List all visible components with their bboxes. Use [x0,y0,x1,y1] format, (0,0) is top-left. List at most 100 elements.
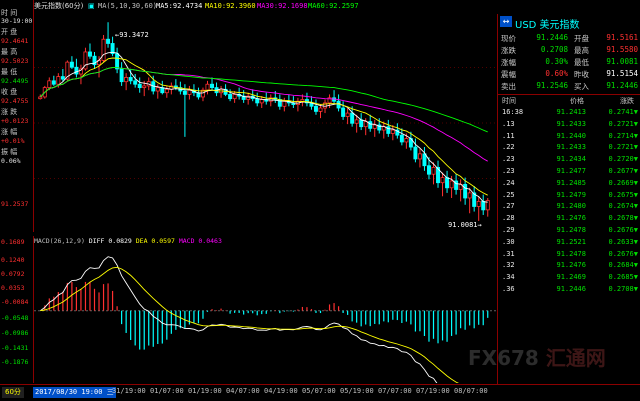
quote-value: 91.2446 [606,81,638,90]
tick-time: .28 [502,214,515,223]
macd-label: MACD(26,12,9) [34,237,85,245]
candle-body [51,80,56,85]
macd-axis-tick: 0.0353 [1,284,25,292]
date-tick: 01/19:00 [188,387,222,395]
tick-price: 91.2478 [556,249,586,258]
candle-body [476,200,481,207]
ma5-value: MA5:92.4734 [156,2,203,10]
candle-body [431,167,436,175]
macd-axis-tick: -0.0548 [1,314,29,322]
candle-body [341,107,346,117]
date-tick: 31/19:00 [112,387,146,395]
macd-axis: 0.1689 0.1240 0.0792 0.0353 -0.0084 -0.0… [0,236,34,383]
tick-change: 0.2676▼ [608,249,638,258]
tick-price: 91.2469 [556,273,586,282]
candle-body [124,77,129,83]
candle-body [449,180,454,189]
quote-label: 卖出 [501,82,516,91]
dea-line [40,266,459,383]
tick-price: 91.2434 [556,155,586,164]
candle-body [164,88,169,94]
close-value: 92.4755 [1,97,29,105]
high-label: 最 高 [1,48,18,56]
candle-body [232,94,237,100]
candle-body [481,200,486,211]
tick-time: .29 [502,226,515,234]
tick-change: 0.2674▼ [608,202,638,211]
pct-label: 涨 幅 [1,128,18,136]
ma30-value: MA30:92.1698 [257,2,308,10]
quote-value: 91.5580 [606,45,638,54]
tick-time: .36 [502,285,515,293]
candle-body [372,124,377,129]
tick-price: 91.2477 [556,167,586,175]
tick-row: .28 91.2476 0.2678▼ [498,213,640,224]
candle-body [359,119,364,128]
quote-switch-icon[interactable]: ↔ [500,16,512,27]
tick-price: 91.2521 [556,237,586,246]
candle-body [354,119,359,124]
tick-change: 0.2685▼ [608,273,638,282]
tick-price: 91.2478 [556,226,586,234]
ticks-header-change: 涨跌 [620,97,634,105]
ma30-line [39,67,488,162]
candle-body [300,99,305,102]
chart-tab-title[interactable]: 美元指数(60分) [34,0,83,12]
macd-chart[interactable] [34,246,496,383]
quote-divider [498,94,640,95]
candle-body [368,121,373,129]
date-tick: 07/07:00 [378,387,412,395]
candle-body [350,112,355,124]
fullscreen-icon[interactable]: ▣ [88,0,95,12]
macd-axis-tick: 0.1240 [1,256,25,264]
price-chart[interactable] [34,12,496,234]
amp-value: 0.06% [1,157,21,165]
quote-title-bar: ↔ USD 美元指数 [498,14,640,32]
close-label: 收 盘 [1,88,18,96]
candle-body [404,138,409,143]
tick-change: 0.2684▼ [608,261,638,270]
tick-row: .29 91.2478 0.2676▼ [498,225,640,236]
ticks-list[interactable]: 16:38 91.2413 0.2741▼ .13 91.2433 0.2721▼ .11 9… [498,107,640,297]
quote-label: 涨跌 [501,46,516,55]
price-axis-label: 91.2537 [1,200,29,208]
watermark-cn: 汇通网 [545,346,606,370]
candle-body [155,87,160,92]
quote-row: 卖出 91.2546 买入 91.2446 [498,80,640,92]
tick-change: 0.2721▼ [608,119,638,128]
tick-change: 0.2677▼ [608,167,638,175]
tick-price: 91.2476 [556,261,586,270]
tick-price: 91.2433 [556,119,586,128]
quote-value: 0.60% [545,69,568,78]
tick-row: .13 91.2433 0.2721▼ [498,119,640,130]
candle-body [259,99,264,104]
candle-body [417,153,422,160]
macd-axis-tick: -0.0084 [1,298,29,306]
macd-axis-tick: -0.1431 [1,344,29,352]
ticks-header: 时间 价格 涨跌 [498,96,640,107]
candle-body [426,165,431,175]
candle-body [390,129,395,134]
tick-time: .24 [502,178,515,187]
macd-axis-tick: -0.1876 [1,358,29,366]
tick-price: 91.2440 [556,131,586,140]
candle-body [142,85,147,89]
quote-label: 最低 [574,58,589,67]
tick-change: 0.2741▼ [608,108,638,116]
ma60-value: MA60:92.2597 [308,2,359,10]
watermark-fx678: FX678 [468,346,539,370]
ma5-line [39,51,488,203]
tick-row: .25 91.2479 0.2675▼ [498,190,640,201]
watermark-brand: FX678 汇通网 [468,342,606,371]
tick-price: 91.2413 [556,108,586,116]
candle-body [399,134,404,143]
tick-row: .23 91.2434 0.2720▼ [498,154,640,165]
low-label: 最 低 [1,68,18,76]
tick-time: .32 [502,261,515,270]
candle-body [210,83,215,89]
candle-body [74,66,79,75]
tick-price: 91.2446 [556,285,586,293]
bar-info-panel: 时 间 30-19:00 开 盘 92.4641 最 高 92.5023 最 低… [0,0,34,232]
quote-title: USD 美元指数 [515,20,580,31]
tick-time: .22 [502,143,515,152]
